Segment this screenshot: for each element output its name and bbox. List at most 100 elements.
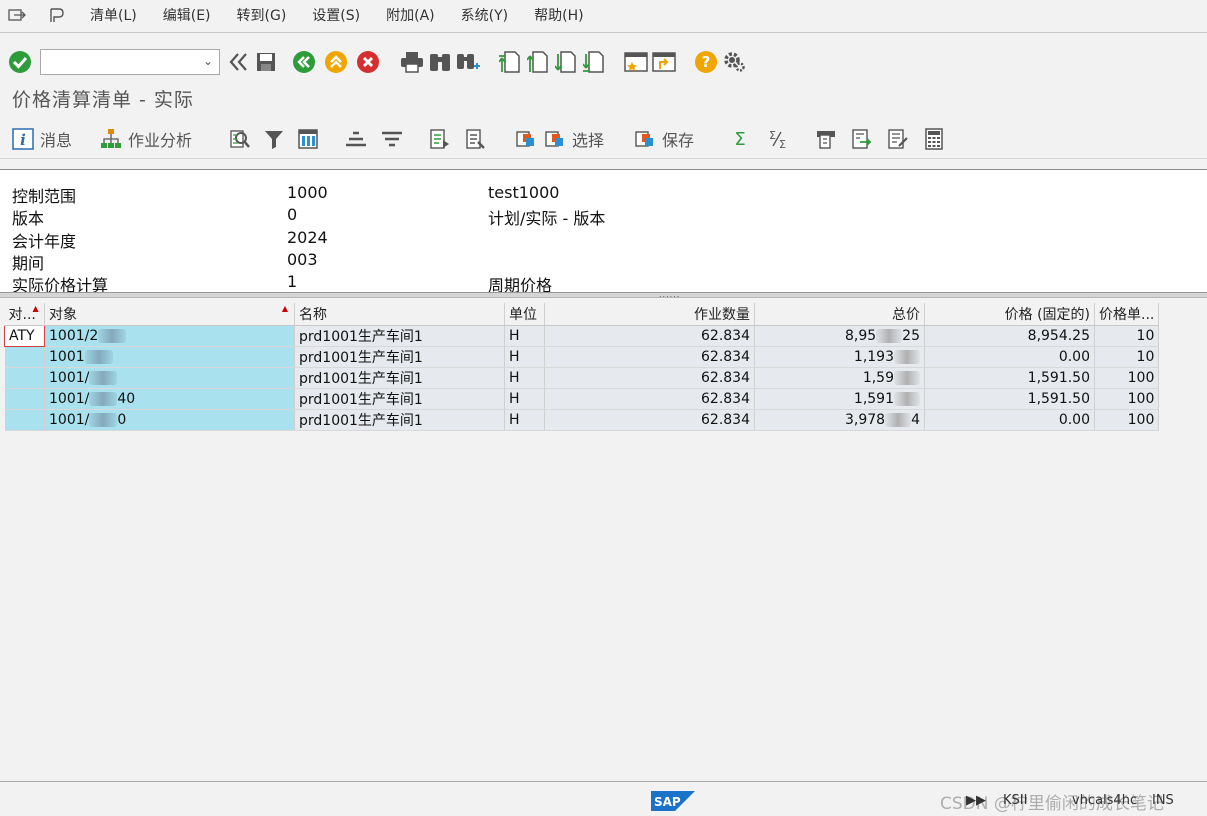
- exit-menu-icon[interactable]: [6, 7, 28, 23]
- cell-price-unit[interactable]: 100: [1094, 388, 1160, 410]
- menu-list[interactable]: 清单(L): [90, 5, 137, 25]
- previous-page-icon[interactable]: [524, 48, 552, 76]
- cell-object-type[interactable]: ATY: [4, 324, 45, 347]
- sap-p-icon[interactable]: [46, 7, 68, 23]
- menu-help[interactable]: 帮助(H): [534, 5, 583, 25]
- cell-fixed-price[interactable]: 0.00: [924, 409, 1095, 431]
- col-header-object[interactable]: 对象 ▲: [44, 303, 295, 326]
- menu-edit[interactable]: 编辑(E): [163, 5, 211, 25]
- cell-object[interactable]: 1001/0: [44, 409, 295, 431]
- cell-activity-qty[interactable]: 62.834: [544, 367, 755, 389]
- cell-activity-qty[interactable]: 62.834: [544, 325, 755, 347]
- word-processing-icon[interactable]: [884, 125, 912, 153]
- cell-unit[interactable]: H: [504, 367, 545, 389]
- cell-activity-qty[interactable]: 62.834: [544, 346, 755, 368]
- find-binoculars-icon[interactable]: [426, 48, 454, 76]
- table-row[interactable]: ATY 1001/2 prd1001生产车间1 H 62.834 8,95 25 …: [4, 324, 1160, 347]
- exit-up-icon[interactable]: [322, 48, 350, 76]
- cell-object[interactable]: 1001/40: [44, 388, 295, 410]
- customize-gear-icon[interactable]: [720, 48, 748, 76]
- cell-object[interactable]: 1001/2: [44, 325, 295, 347]
- create-session-icon[interactable]: [622, 48, 650, 76]
- table-row[interactable]: 1001/0 prd1001生产车间1 H 62.834 3,978 4 0.00…: [4, 409, 1160, 431]
- command-field[interactable]: ⌄: [40, 49, 220, 75]
- cell-object-type[interactable]: [4, 346, 45, 368]
- col-header-name[interactable]: 名称: [294, 303, 505, 326]
- save-layout-button[interactable]: 保存: [634, 125, 694, 153]
- command-input[interactable]: [41, 50, 191, 74]
- cell-name[interactable]: prd1001生产车间1: [294, 409, 505, 431]
- cell-total-price[interactable]: 3,978 4: [754, 409, 925, 431]
- calculator-icon[interactable]: [920, 125, 948, 153]
- cancel-icon[interactable]: [354, 48, 382, 76]
- select-button[interactable]: 选择: [544, 125, 604, 153]
- sum-icon[interactable]: Σ: [726, 125, 754, 153]
- menu-settings[interactable]: 设置(S): [312, 5, 360, 25]
- col-header-activity-qty[interactable]: 作业数量: [544, 303, 755, 326]
- cell-name[interactable]: prd1001生产车间1: [294, 346, 505, 368]
- cell-price-unit[interactable]: 100: [1094, 367, 1160, 389]
- export-spreadsheet-icon[interactable]: [848, 125, 876, 153]
- back-icon[interactable]: [290, 48, 318, 76]
- cell-object[interactable]: 1001: [44, 346, 295, 368]
- cell-total-price[interactable]: 8,95 25: [754, 325, 925, 347]
- col-header-total-price[interactable]: 总价: [754, 303, 925, 326]
- layout-columns-icon[interactable]: [294, 125, 322, 153]
- find-next-icon[interactable]: [454, 48, 482, 76]
- activity-analysis-button[interactable]: 作业分析: [100, 125, 192, 153]
- next-page-icon[interactable]: [552, 48, 580, 76]
- filter-icon[interactable]: [260, 125, 288, 153]
- cell-name[interactable]: prd1001生产车间1: [294, 325, 505, 347]
- status-expand-icon[interactable]: ▶▶: [966, 793, 986, 808]
- cell-fixed-price[interactable]: 1,591.50: [924, 367, 1095, 389]
- sort-ascending-icon[interactable]: [342, 125, 370, 153]
- cell-fixed-price[interactable]: 0.00: [924, 346, 1095, 368]
- details-zoom-icon[interactable]: [226, 125, 254, 153]
- enter-check-icon[interactable]: [6, 48, 34, 76]
- cell-name[interactable]: prd1001生产车间1: [294, 367, 505, 389]
- last-page-icon[interactable]: [580, 48, 608, 76]
- cell-name[interactable]: prd1001生产车间1: [294, 388, 505, 410]
- col-header-price-unit[interactable]: 价格单...: [1094, 303, 1160, 326]
- shortcut-icon[interactable]: [650, 48, 678, 76]
- table-row[interactable]: 1001/40 prd1001生产车间1 H 62.834 1,591 1,59…: [4, 388, 1160, 410]
- table-row[interactable]: 1001 prd1001生产车间1 H 62.834 1,193 0.00 10: [4, 346, 1160, 368]
- cell-object-type[interactable]: [4, 409, 45, 431]
- print-icon[interactable]: [398, 48, 426, 76]
- cell-total-price[interactable]: 1,591: [754, 388, 925, 410]
- help-icon[interactable]: ?: [692, 48, 720, 76]
- collapse-double-chevron-icon[interactable]: [224, 48, 252, 76]
- cell-unit[interactable]: H: [504, 409, 545, 431]
- print-preview-icon[interactable]: [462, 125, 490, 153]
- copy-layout-icon[interactable]: [512, 125, 540, 153]
- cell-object[interactable]: 1001/: [44, 367, 295, 389]
- col-header-fixed-price[interactable]: 价格 (固定的): [924, 303, 1095, 326]
- first-page-icon[interactable]: [496, 48, 524, 76]
- cell-activity-qty[interactable]: 62.834: [544, 388, 755, 410]
- cell-price-unit[interactable]: 10: [1094, 325, 1160, 347]
- cell-price-unit[interactable]: 100: [1094, 409, 1160, 431]
- cell-total-price[interactable]: 1,193: [754, 346, 925, 368]
- cell-fixed-price[interactable]: 8,954.25: [924, 325, 1095, 347]
- print-list-icon[interactable]: [812, 125, 840, 153]
- chevron-down-icon[interactable]: ⌄: [203, 54, 213, 68]
- table-row[interactable]: 1001/ prd1001生产车间1 H 62.834 1,59 1,591.5…: [4, 367, 1160, 389]
- cell-fixed-price[interactable]: 1,591.50: [924, 388, 1095, 410]
- export-list-icon[interactable]: [426, 125, 454, 153]
- menu-goto[interactable]: 转到(G): [237, 5, 287, 25]
- cell-unit[interactable]: H: [504, 346, 545, 368]
- subtotal-icon[interactable]: ΣΣ: [764, 125, 792, 153]
- col-header-unit[interactable]: 单位: [504, 303, 545, 326]
- menu-extras[interactable]: 附加(A): [386, 5, 435, 25]
- menu-system[interactable]: 系统(Y): [461, 5, 508, 25]
- cell-unit[interactable]: H: [504, 388, 545, 410]
- messages-button[interactable]: i 消息: [12, 125, 72, 153]
- save-disk-icon[interactable]: [252, 48, 280, 76]
- cell-object-type[interactable]: [4, 388, 45, 410]
- cell-price-unit[interactable]: 10: [1094, 346, 1160, 368]
- cell-activity-qty[interactable]: 62.834: [544, 409, 755, 431]
- col-header-object-type[interactable]: 对... ▲: [4, 303, 45, 326]
- cell-total-price[interactable]: 1,59: [754, 367, 925, 389]
- cell-object-type[interactable]: [4, 367, 45, 389]
- cell-unit[interactable]: H: [504, 325, 545, 347]
